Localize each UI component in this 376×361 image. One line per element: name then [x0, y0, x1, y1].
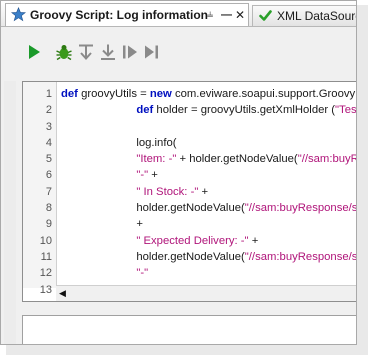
- string-token: "//sam:buyResponse/sam:buyResult": [244, 202, 357, 215]
- code-line: 4 log.info(: [23, 135, 356, 151]
- line-number: 5: [45, 153, 52, 166]
- string-token: " Expected Delivery: -": [136, 234, 249, 247]
- line-number: 11: [40, 250, 52, 263]
- string-token: "Item: -": [136, 153, 177, 166]
- code-token: + holder.getNodeValue(: [176, 153, 298, 166]
- tab-title: XML DataSource: [277, 9, 356, 23]
- line-number: 2: [45, 104, 52, 117]
- code-token: +: [61, 218, 143, 231]
- code-editor[interactable]: 1 def groovyUtils = new com.eviware.soapu…: [22, 81, 357, 302]
- code-token: +: [148, 169, 158, 182]
- step-over-icon[interactable]: [77, 43, 95, 61]
- string-token: "Test Request - buy#Response": [335, 104, 357, 117]
- checkmark-icon: [259, 9, 272, 26]
- code-token: holder.getNodeValue(: [61, 250, 245, 263]
- line-number: 12: [39, 267, 52, 280]
- code-line: 7 " In Stock: -" +: [23, 184, 356, 200]
- scroll-left-arrow-icon[interactable]: ◀: [59, 288, 66, 299]
- code-line: 8 holder.getNodeValue("//sam:buyResponse…: [23, 200, 357, 216]
- code-token: groovyUtils =: [77, 88, 150, 100]
- code-text: holder.getNodeValue("//sam:buyResponse/s…: [61, 249, 357, 265]
- code-text: " In Stock: -" +: [61, 184, 208, 200]
- tab-xml-datasource[interactable]: XML DataSource: [252, 5, 356, 26]
- code-text: holder.getNodeValue("//sam:buyResponse/s…: [61, 200, 357, 216]
- line-number: 13: [39, 283, 52, 296]
- code-line: 12 "-": [23, 265, 356, 281]
- horizontal-scrollbar[interactable]: ◀: [56, 285, 356, 301]
- code-text: "-" +: [61, 167, 158, 183]
- step-into-icon[interactable]: [99, 43, 117, 61]
- code-token: holder = groovyUtils.getXmlHolder (: [153, 104, 336, 117]
- output-log-pane[interactable]: [22, 315, 356, 344]
- code-line: 5 "Item: -" + holder.getNodeValue("//sam…: [23, 151, 356, 167]
- code-line: 6 "-" +: [23, 167, 356, 183]
- step-to-end-icon[interactable]: [143, 43, 161, 61]
- run-icon[interactable]: [25, 43, 43, 61]
- pin-icon[interactable]: ⫨: [207, 8, 213, 21]
- line-number: 10: [39, 234, 52, 247]
- code-text: "Item: -" + holder.getNodeValue("//sam:b…: [61, 151, 356, 167]
- code-token: com.eviware.soapui.support.GroovyUtils(c…: [174, 88, 356, 100]
- code-line: 9 +: [23, 216, 356, 232]
- string-token: "-": [136, 169, 149, 182]
- debug-bug-icon[interactable]: [55, 43, 73, 61]
- minimize-icon[interactable]: —: [221, 9, 232, 21]
- star-icon: [10, 7, 27, 27]
- line-number: 9: [45, 218, 52, 231]
- string-token: "-": [136, 267, 149, 280]
- tab-bar: Groovy Script: Log information ⫨ — ✕ XML…: [1, 1, 356, 27]
- string-token: "//sam:buyResponse/sam:buyResult": [244, 250, 357, 263]
- keyword-token: def: [136, 104, 154, 117]
- tab-title: Groovy Script: Log information: [30, 8, 209, 22]
- step-resume-icon[interactable]: [121, 43, 139, 61]
- line-number: 3: [45, 120, 52, 133]
- code-line: 2 def holder = groovyUtils.getXmlHolder …: [23, 102, 357, 118]
- string-token: " In Stock: -": [136, 185, 199, 198]
- string-token: "//sam:buyResponse/sam:buyResult": [297, 153, 356, 166]
- code-token: log.info(: [61, 136, 177, 149]
- close-icon[interactable]: ✕: [235, 8, 245, 22]
- code-line: 3: [23, 119, 356, 135]
- keyword-token: def: [61, 88, 78, 100]
- code-text: def holder = groovyUtils.getXmlHolder ("…: [61, 102, 357, 118]
- line-number: 14: [23, 298, 52, 301]
- code-lines: 1 def groovyUtils = new com.eviware.soapu…: [23, 86, 357, 301]
- code-text: " Expected Delivery: -" +: [61, 233, 258, 249]
- code-token: +: [248, 234, 259, 247]
- code-line: 11 holder.getNodeValue("//sam:buyRespons…: [23, 249, 357, 265]
- code-text: +: [61, 216, 143, 232]
- script-toolbar: [1, 35, 356, 69]
- code-text: log.info(: [61, 135, 177, 151]
- code-text: "-": [61, 265, 148, 281]
- code-line: 10 " Expected Delivery: -" +: [23, 233, 356, 249]
- code-token: holder.getNodeValue(: [61, 202, 245, 215]
- script-editor-window: Groovy Script: Log information ⫨ — ✕ XML…: [0, 0, 357, 345]
- tab-groovy-script[interactable]: Groovy Script: Log information ⫨ — ✕: [5, 3, 249, 26]
- code-text: def groovyUtils = new com.eviware.soapui…: [61, 86, 356, 102]
- line-number: 4: [45, 136, 52, 149]
- line-number: 6: [45, 169, 52, 182]
- keyword-token: new: [149, 88, 172, 100]
- side-panel-strip: [4, 81, 16, 344]
- code-token: +: [198, 185, 209, 198]
- line-number: 7: [45, 185, 52, 198]
- code-line: 1 def groovyUtils = new com.eviware.soapu…: [23, 86, 356, 102]
- line-number: 1: [45, 88, 52, 100]
- line-number: 8: [45, 202, 52, 215]
